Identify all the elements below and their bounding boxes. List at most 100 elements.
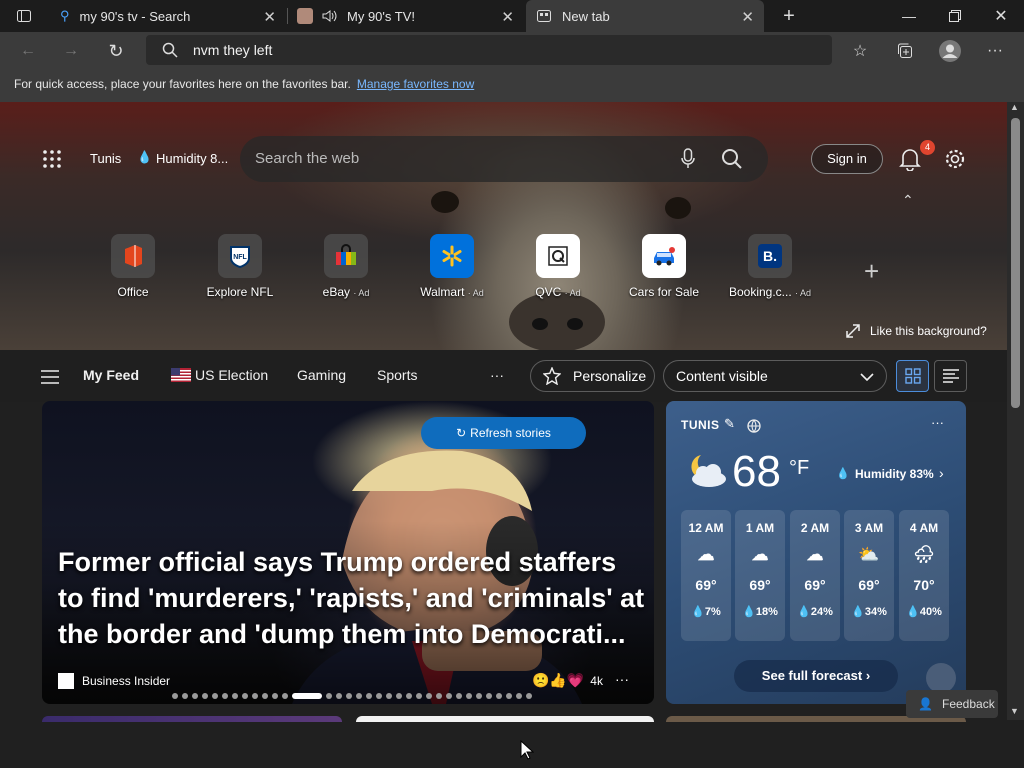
carousel-dot[interactable] xyxy=(262,693,268,699)
close-tab-icon[interactable]: ✕ xyxy=(501,8,514,26)
content-visibility-dropdown[interactable]: Content visible xyxy=(663,360,887,392)
settings-more-button[interactable]: ··· xyxy=(980,36,1010,66)
weather-card[interactable]: TUNIS ✎ ··· 68 °F 💧 Humidity 83% › 12 AM… xyxy=(666,401,966,704)
restore-button[interactable] xyxy=(932,0,978,32)
profile-button[interactable] xyxy=(935,36,965,66)
scroll-down-icon[interactable]: ▼ xyxy=(1010,706,1019,716)
more-topics-button[interactable]: ··· xyxy=(490,367,504,383)
tab-my-90s-tv[interactable]: My 90's TV! ✕ xyxy=(288,0,524,32)
carousel-dot[interactable] xyxy=(526,693,532,699)
weather-location[interactable]: Tunis xyxy=(90,151,121,166)
personalize-button[interactable]: Personalize xyxy=(530,360,655,392)
list-view-button[interactable] xyxy=(934,360,967,392)
quick-link-qvc[interactable]: QVC · Ad xyxy=(505,234,611,299)
quick-link-booking[interactable]: B. Booking.c... · Ad xyxy=(717,234,823,299)
carousel-dot[interactable] xyxy=(172,693,178,699)
tab-gaming[interactable]: Gaming xyxy=(297,367,346,383)
tab-my-feed[interactable]: My Feed xyxy=(83,367,139,383)
web-search-input[interactable]: Search the web xyxy=(240,136,768,182)
carousel-dot[interactable] xyxy=(506,693,512,699)
collections-button[interactable] xyxy=(890,36,920,66)
carousel-dot[interactable] xyxy=(496,693,502,699)
carousel-dot[interactable] xyxy=(222,693,228,699)
hamburger-menu-icon[interactable] xyxy=(41,370,59,384)
carousel-dot[interactable] xyxy=(396,693,402,699)
hourly-forecast-item[interactable]: 12 AM ☁ 69° 💧7% xyxy=(681,510,731,641)
story-source[interactable]: Business Insider xyxy=(58,673,170,689)
carousel-dot[interactable] xyxy=(212,693,218,699)
carousel-dot[interactable] xyxy=(232,693,238,699)
tab-us-election[interactable]: US Election xyxy=(195,367,268,383)
tab-search[interactable]: ⚲ my 90's tv - Search ✕ xyxy=(50,0,286,32)
address-text[interactable]: nvm they left xyxy=(193,42,272,58)
story-reactions[interactable]: 🙁👍💗 4k xyxy=(532,672,603,689)
carousel-dot[interactable] xyxy=(202,693,208,699)
carousel-dot[interactable] xyxy=(356,693,362,699)
carousel-dot[interactable] xyxy=(366,693,372,699)
scrollbar-thumb[interactable] xyxy=(1011,118,1020,408)
carousel-dot[interactable] xyxy=(292,693,322,699)
quick-link-ebay[interactable]: eBay · Ad xyxy=(293,234,399,299)
carousel-dot[interactable] xyxy=(516,693,522,699)
carousel-dot[interactable] xyxy=(346,693,352,699)
humidity-summary[interactable]: Humidity 8... xyxy=(156,151,228,166)
sign-in-button[interactable]: Sign in xyxy=(811,144,883,174)
carousel-dot[interactable] xyxy=(406,693,412,699)
carousel-dot[interactable] xyxy=(476,693,482,699)
page-scrollbar[interactable]: ▲ ▼ xyxy=(1007,102,1024,720)
carousel-dot[interactable] xyxy=(436,693,442,699)
story-more-options-icon[interactable]: ··· xyxy=(615,671,629,687)
page-settings-gear-icon[interactable] xyxy=(944,148,966,170)
story-headline[interactable]: Former official says Trump ordered staff… xyxy=(58,544,648,652)
hourly-forecast-item[interactable]: 3 AM ⛅ 69° 💧34% xyxy=(844,510,894,641)
refresh-stories-button[interactable]: ↻ Refresh stories xyxy=(421,417,586,449)
minimize-button[interactable]: — xyxy=(886,0,932,32)
forward-button[interactable]: → xyxy=(56,36,86,66)
quick-link-cars-for-sale[interactable]: Cars for Sale xyxy=(611,234,717,299)
carousel-dot[interactable] xyxy=(386,693,392,699)
see-full-forecast-button[interactable]: See full forecast › xyxy=(734,660,898,692)
carousel-dot[interactable] xyxy=(252,693,258,699)
carousel-dot[interactable] xyxy=(466,693,472,699)
carousel-dot[interactable] xyxy=(376,693,382,699)
favorites-button[interactable]: ☆ xyxy=(845,36,875,66)
back-button[interactable]: ← xyxy=(13,36,43,66)
carousel-dot[interactable] xyxy=(456,693,462,699)
new-tab-button[interactable]: + xyxy=(766,0,812,32)
grid-view-button[interactable] xyxy=(896,360,929,392)
tab-actions-button[interactable] xyxy=(0,0,48,32)
quick-link-walmart[interactable]: Walmart · Ad xyxy=(399,234,505,299)
close-window-button[interactable]: ✕ xyxy=(978,0,1024,32)
carousel-dot[interactable] xyxy=(192,693,198,699)
search-submit-icon[interactable] xyxy=(721,148,743,170)
carousel-pagination[interactable] xyxy=(172,693,532,699)
app-launcher-icon[interactable] xyxy=(42,149,62,169)
weather-avatar-icon[interactable] xyxy=(926,663,956,693)
globe-icon[interactable] xyxy=(747,419,761,433)
weather-more-icon[interactable]: ··· xyxy=(931,415,944,430)
tab-sports[interactable]: Sports xyxy=(377,367,417,383)
carousel-dot[interactable] xyxy=(446,693,452,699)
collapse-chevron-icon[interactable]: ⌃ xyxy=(902,192,914,209)
carousel-dot[interactable] xyxy=(326,693,332,699)
edit-location-pencil-icon[interactable]: ✎ xyxy=(724,416,735,432)
tab-new-tab[interactable]: New tab ✕ xyxy=(526,0,764,32)
quick-link-nfl[interactable]: NFL Explore NFL xyxy=(187,234,293,299)
carousel-dot[interactable] xyxy=(426,693,432,699)
carousel-dot[interactable] xyxy=(486,693,492,699)
manage-favorites-link[interactable]: Manage favorites now xyxy=(357,77,474,91)
feedback-button[interactable]: 👤 Feedback xyxy=(906,690,998,718)
carousel-dot[interactable] xyxy=(272,693,278,699)
notification-bell-icon[interactable] xyxy=(899,147,921,171)
temperature-unit[interactable]: °F xyxy=(789,457,809,480)
hourly-forecast-item[interactable]: 2 AM ☁ 69° 💧24% xyxy=(790,510,840,641)
microphone-icon[interactable] xyxy=(681,148,695,170)
chevron-right-icon[interactable]: › xyxy=(939,465,944,481)
carousel-dot[interactable] xyxy=(282,693,288,699)
carousel-dot[interactable] xyxy=(336,693,342,699)
hourly-forecast-item[interactable]: 4 AM 🌧 70° 💧40% xyxy=(899,510,949,641)
quick-link-office[interactable]: Office xyxy=(80,234,186,299)
scroll-up-icon[interactable]: ▲ xyxy=(1010,102,1019,112)
carousel-dot[interactable] xyxy=(242,693,248,699)
address-bar[interactable]: nvm they left xyxy=(146,35,832,65)
